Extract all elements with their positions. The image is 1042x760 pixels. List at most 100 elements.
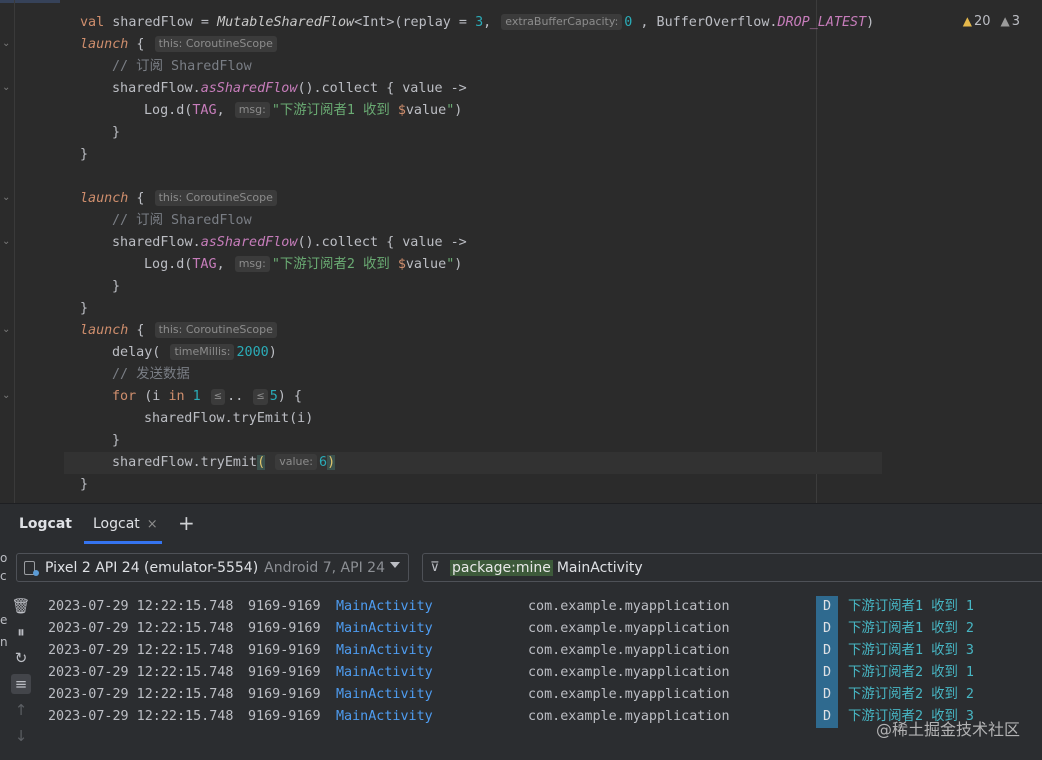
code-line: launch { this: CoroutineScope [80,34,279,56]
code-line: // 订阅 SharedFlow [112,59,252,74]
log-tag: MainActivity [336,621,433,636]
log-row[interactable]: 2023-07-29 12:22:15.748 9169-9169 MainActi… [36,662,1042,684]
logcat-toolbar: 🗑 ⏸ ↻ ≡ ↑ ↓ [8,594,34,760]
trash-icon[interactable]: 🗑 [11,596,31,616]
code-area[interactable]: val sharedFlow = MutableSharedFlow<Int>(… [48,0,882,503]
code-line: } [112,279,121,294]
warning-icon: ▲ [962,14,972,28]
code-line: sharedFlow.tryEmit(i) [144,411,314,426]
log-timestamp: 2023-07-29 12:22:15.748 [48,599,234,614]
log-timestamp: 2023-07-29 12:22:15.748 [48,621,234,636]
fold-icon[interactable]: ⌄ [2,83,12,93]
filter-package-chip: package:mine [450,559,553,576]
log-pid: 9169-9169 [248,687,321,702]
filter-icon[interactable]: ⊽ [430,560,444,575]
code-line: } [112,433,121,448]
logcat-filter-input[interactable]: ⊽ package:mine MainActivity [422,553,1042,582]
log-level-badge: D [816,640,838,662]
tool-window-title: Logcat [19,516,72,532]
code-line: launch { this: CoroutineScope [80,188,279,210]
log-level-badge: D [816,706,838,728]
log-tag: MainActivity [336,709,433,724]
inspection-widget[interactable]: ▲ 20 ▲ 3 [963,14,1020,29]
code-line: val sharedFlow = MutableSharedFlow<Int>(… [80,14,875,30]
pause-icon[interactable]: ⏸ [11,622,31,642]
code-line: } [80,147,89,162]
log-timestamp: 2023-07-29 12:22:15.748 [48,643,234,658]
tab-logcat[interactable]: Logcat × [84,504,167,544]
code-line: } [112,125,121,140]
fold-icon[interactable]: ⌄ [2,39,12,49]
log-row[interactable]: 2023-07-29 12:22:15.748 9169-9169 MainActi… [36,596,1042,618]
log-message: 下游订阅者1 收到 1 [848,599,974,614]
log-message: 下游订阅者1 收到 2 [848,621,974,636]
log-package: com.example.myapplication [528,643,730,658]
filter-query-text: MainActivity [556,559,643,576]
log-pid: 9169-9169 [248,665,321,680]
code-line: sharedFlow.asSharedFlow().collect { valu… [112,235,467,250]
fold-icon[interactable]: ⌄ [2,325,12,335]
restart-icon[interactable]: ↻ [11,648,31,668]
add-tab-button[interactable]: + [178,512,195,534]
warning-icon: ▲ [1000,14,1010,28]
log-message: 下游订阅者2 收到 1 [848,665,974,680]
log-tag: MainActivity [336,599,433,614]
weak-warnings-count[interactable]: ▲ 3 [1000,14,1020,29]
warnings-count[interactable]: ▲ 20 [963,14,991,29]
device-selector[interactable]: Pixel 2 API 24 (emulator-5554) Android 7… [16,553,409,582]
fold-icon[interactable]: ⌄ [2,193,12,203]
log-level-badge: D [816,662,838,684]
code-line: } [80,301,89,316]
code-line: for (i in 1 ≤.. ≤5) { [112,389,302,405]
device-icon [24,560,39,576]
log-level-badge: D [816,596,838,618]
watermark: @稀土掘金技术社区 [875,720,1020,739]
code-line: delay( timeMillis: 2000) [112,344,277,360]
code-line: } [80,477,89,492]
logcat-tool-window: Logcat Logcat × + o c e n Pixel 2 API 24… [0,503,1042,760]
code-line: Log.d(TAG, msg: "下游订阅者1 收到 $value") [144,102,463,118]
log-message: 下游订阅者1 收到 3 [848,643,974,658]
code-line: sharedFlow.asSharedFlow().collect { valu… [112,81,467,96]
logcat-tab-bar: Logcat Logcat × + [0,504,1042,544]
editor-gutter: ⌄ ⌄ ⌄ ⌄ ⌄ ⌄ [0,0,15,503]
log-timestamp: 2023-07-29 12:22:15.748 [48,687,234,702]
code-line: launch { this: CoroutineScope [80,320,279,342]
log-package: com.example.myapplication [528,687,730,702]
log-message: 下游订阅者2 收到 2 [848,687,974,702]
log-row[interactable]: 2023-07-29 12:22:15.748 9169-9169 MainActi… [36,640,1042,662]
log-level-badge: D [816,684,838,706]
log-timestamp: 2023-07-29 12:22:15.748 [48,709,234,724]
log-pid: 9169-9169 [248,709,321,724]
code-line: // 订阅 SharedFlow [112,213,252,228]
scroll-up-icon[interactable]: ↑ [11,700,31,720]
log-tag: MainActivity [336,687,433,702]
tab-label: Logcat [93,516,140,532]
log-tag: MainActivity [336,665,433,680]
fold-icon[interactable]: ⌄ [2,391,12,401]
soft-wrap-icon[interactable]: ≡ [11,674,31,694]
device-details: Android 7, API 24 [264,559,385,576]
log-level-badge: D [816,618,838,640]
scroll-down-icon[interactable]: ↓ [11,726,31,746]
code-editor[interactable]: ⌄ ⌄ ⌄ ⌄ ⌄ ⌄ ▲ 20 ▲ 3 val sharedFlow = Muta… [0,0,1042,503]
log-pid: 9169-9169 [248,599,321,614]
log-package: com.example.myapplication [528,665,730,680]
log-package: com.example.myapplication [528,709,730,724]
code-line-current: sharedFlow.tryEmit( value: 6) [64,452,882,474]
code-line: // 发送数据 [112,367,190,382]
log-timestamp: 2023-07-29 12:22:15.748 [48,665,234,680]
log-package: com.example.myapplication [528,621,730,636]
log-tag: MainActivity [336,643,433,658]
close-icon[interactable]: × [147,517,158,532]
active-tab-indicator [84,541,162,544]
device-name: Pixel 2 API 24 (emulator-5554) [45,559,259,576]
log-package: com.example.myapplication [528,599,730,614]
log-pid: 9169-9169 [248,643,321,658]
fold-icon[interactable]: ⌄ [2,237,12,247]
log-pid: 9169-9169 [248,621,321,636]
code-line: Log.d(TAG, msg: "下游订阅者2 收到 $value") [144,256,463,272]
chevron-down-icon [390,562,400,568]
log-row[interactable]: 2023-07-29 12:22:15.748 9169-9169 MainActi… [36,684,1042,706]
log-row[interactable]: 2023-07-29 12:22:15.748 9169-9169 MainActi… [36,618,1042,640]
